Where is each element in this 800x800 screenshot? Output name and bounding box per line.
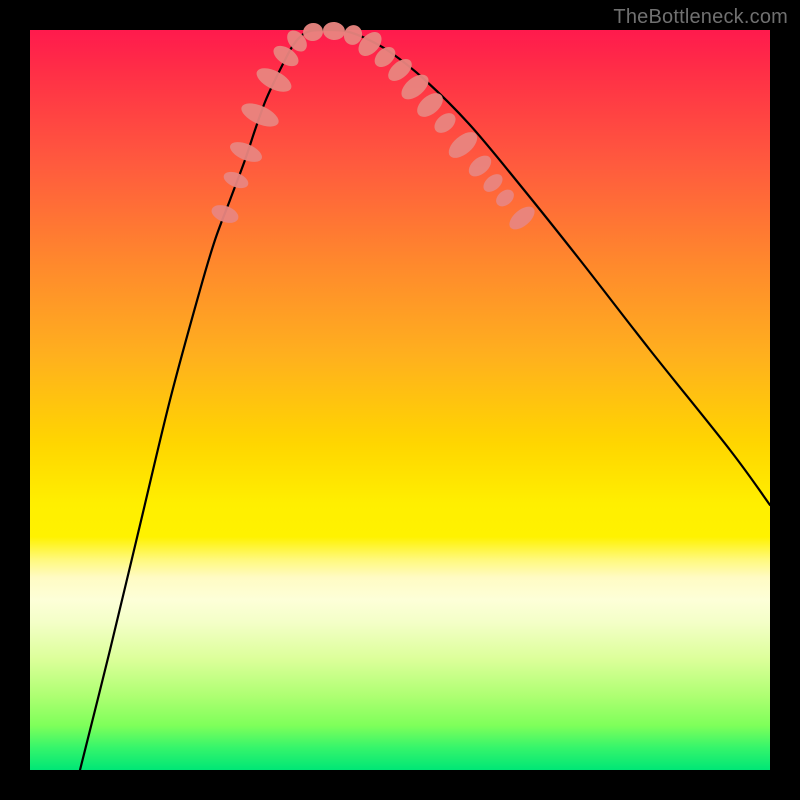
confidence-marker bbox=[431, 109, 460, 137]
confidence-marker bbox=[221, 169, 250, 192]
confidence-marker bbox=[322, 21, 345, 41]
watermark-text: TheBottleneck.com bbox=[613, 6, 788, 29]
confidence-marker bbox=[505, 202, 538, 234]
confidence-marker bbox=[209, 202, 241, 227]
confidence-markers-group bbox=[209, 21, 539, 234]
confidence-marker bbox=[465, 152, 495, 181]
confidence-marker bbox=[253, 63, 295, 96]
app-frame: TheBottleneck.com bbox=[0, 0, 800, 800]
confidence-marker bbox=[238, 99, 282, 132]
confidence-marker bbox=[227, 138, 265, 166]
bottleneck-curve bbox=[80, 30, 770, 770]
confidence-marker bbox=[493, 186, 517, 210]
chart-svg bbox=[30, 30, 770, 770]
